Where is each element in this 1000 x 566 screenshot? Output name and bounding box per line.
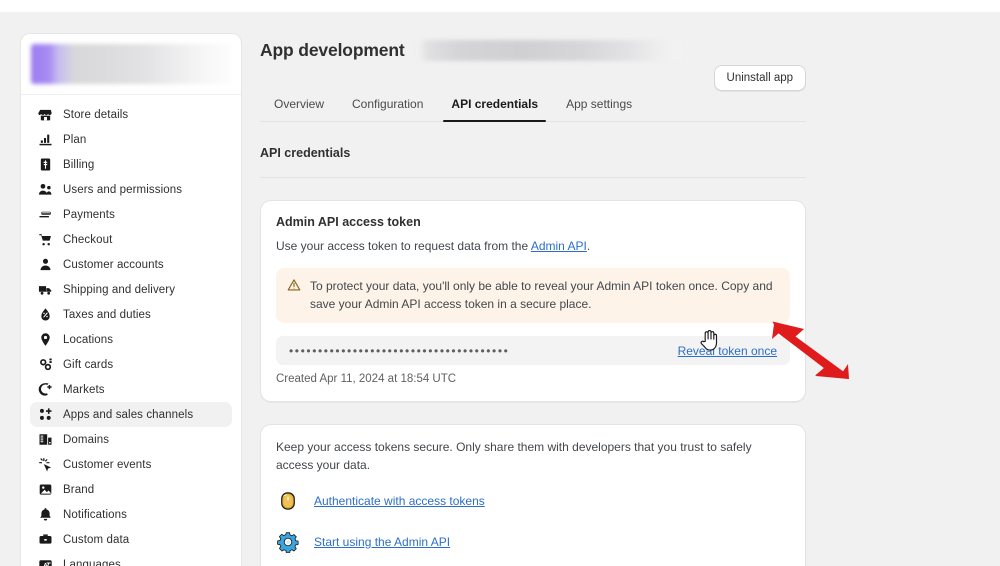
sidebar-item-languages[interactable]: A Languages xyxy=(30,552,232,566)
description-text-before: Use your access token to request data fr… xyxy=(276,239,531,253)
gold-token-icon xyxy=(276,489,300,513)
brand-image-icon xyxy=(38,482,53,497)
shipping-truck-icon xyxy=(38,282,53,297)
sidebar-item-label: Apps and sales channels xyxy=(63,408,194,421)
customer-person-icon xyxy=(38,257,53,272)
sidebar-item-customer-accounts[interactable]: Customer accounts xyxy=(30,252,232,277)
sidebar-item-markets[interactable]: Markets xyxy=(30,377,232,402)
apps-grid-icon xyxy=(38,407,53,422)
tab-overview[interactable]: Overview xyxy=(260,97,338,121)
warning-triangle-icon xyxy=(287,278,301,292)
gift-card-icon xyxy=(38,357,53,372)
card-description: Use your access token to request data fr… xyxy=(276,238,790,255)
description-text-after: . xyxy=(586,239,591,253)
sidebar-item-label: Locations xyxy=(63,333,114,346)
sidebar-item-label: Gift cards xyxy=(63,358,114,371)
markets-globe-icon xyxy=(38,382,53,397)
sidebar-item-store-details[interactable]: Store details xyxy=(30,102,232,127)
token-resources-card: Keep your access tokens secure. Only sha… xyxy=(260,424,806,566)
sidebar-item-label: Store details xyxy=(63,108,129,121)
sidebar-item-payments[interactable]: Payments xyxy=(30,202,232,227)
languages-icon: A xyxy=(38,557,53,566)
warning-text: To protect your data, you'll only be abl… xyxy=(310,279,773,312)
masked-token-value: •••••••••••••••••••••••••••••••••••••• xyxy=(289,344,510,357)
sidebar-item-label: Custom data xyxy=(63,533,130,546)
tab-api-credentials[interactable]: API credentials xyxy=(437,97,552,122)
store-header xyxy=(21,34,241,95)
resource-link-row: Start using the Admin API xyxy=(276,521,790,562)
uninstall-app-button[interactable]: Uninstall app xyxy=(713,65,806,91)
sidebar-item-label: Domains xyxy=(63,433,110,446)
sidebar-item-taxes-and-duties[interactable]: Taxes and duties xyxy=(30,302,232,327)
resource-link[interactable]: Authenticate with access tokens xyxy=(314,494,485,508)
sidebar-item-customer-events[interactable]: Customer events xyxy=(30,452,232,477)
page-header: App development xyxy=(260,33,806,67)
resource-links-list: Authenticate with access tokens Start us… xyxy=(276,480,790,566)
app-name-redacted xyxy=(417,39,680,61)
sidebar-item-gift-cards[interactable]: Gift cards xyxy=(30,352,232,377)
sidebar-item-label: Brand xyxy=(63,483,95,496)
taxes-icon xyxy=(38,307,53,322)
resource-link-row: Start using the Storefront API xyxy=(276,562,790,566)
sidebar-item-billing[interactable]: Billing xyxy=(30,152,232,177)
checkout-cart-icon xyxy=(38,232,53,247)
sidebar-item-custom-data[interactable]: Custom data xyxy=(30,527,232,552)
sidebar-item-label: Billing xyxy=(63,158,95,171)
sidebar-item-label: Taxes and duties xyxy=(63,308,151,321)
main-content: App development Uninstall app Overview Co… xyxy=(260,33,806,566)
blue-gear-icon xyxy=(276,530,300,554)
sidebar-item-users-and-permissions[interactable]: Users and permissions xyxy=(30,177,232,202)
sidebar-item-shipping-and-delivery[interactable]: Shipping and delivery xyxy=(30,277,232,302)
settings-sidebar: Store details Plan Billing Users and per… xyxy=(20,33,242,566)
reveal-token-link[interactable]: Reveal token once xyxy=(678,344,777,358)
resource-link[interactable]: Start using the Admin API xyxy=(314,535,450,549)
plan-chart-icon xyxy=(38,132,53,147)
sidebar-item-label: Notifications xyxy=(63,508,127,521)
sidebar-item-plan[interactable]: Plan xyxy=(30,127,232,152)
secure-tokens-note: Keep your access tokens secure. Only sha… xyxy=(276,440,752,472)
tab-app-settings[interactable]: App settings xyxy=(552,97,646,121)
masked-token-row: •••••••••••••••••••••••••••••••••••••• R… xyxy=(276,336,790,366)
sidebar-item-label: Checkout xyxy=(63,233,113,246)
sidebar-item-label: Shipping and delivery xyxy=(63,283,176,296)
customer-events-icon xyxy=(38,457,53,472)
payments-hand-card-icon xyxy=(38,207,53,222)
sidebar-item-apps-and-sales-channels[interactable]: Apps and sales channels xyxy=(30,402,232,427)
store-logo-redacted xyxy=(31,44,230,84)
users-permissions-icon xyxy=(38,182,53,197)
page-title: App development xyxy=(260,39,405,60)
settings-nav: Store details Plan Billing Users and per… xyxy=(21,95,241,566)
token-created-timestamp: Created Apr 11, 2024 at 18:54 UTC xyxy=(276,373,457,386)
sidebar-item-label: Languages xyxy=(63,558,121,566)
tab-configuration[interactable]: Configuration xyxy=(338,97,437,121)
token-warning-banner: To protect your data, you'll only be abl… xyxy=(276,268,790,324)
admin-api-link[interactable]: Admin API xyxy=(531,239,587,253)
sidebar-item-checkout[interactable]: Checkout xyxy=(30,227,232,252)
notifications-bell-icon xyxy=(38,507,53,522)
tab-bar: Overview Configuration API credentials App … xyxy=(260,89,806,122)
resource-link-row: Authenticate with access tokens xyxy=(276,480,790,521)
admin-api-token-card: Admin API access token Use your access t… xyxy=(260,200,806,403)
sidebar-item-brand[interactable]: Brand xyxy=(30,477,232,502)
card-title: Admin API access token xyxy=(276,215,421,229)
sidebar-item-label: Customer accounts xyxy=(63,258,164,271)
store-icon xyxy=(38,107,53,122)
sidebar-item-locations[interactable]: Locations xyxy=(30,327,232,352)
location-pin-icon xyxy=(38,332,53,347)
sidebar-item-label: Customer events xyxy=(63,458,152,471)
app-root: Store details Plan Billing Users and per… xyxy=(0,0,1000,566)
billing-receipt-icon xyxy=(38,157,53,172)
sidebar-item-label: Payments xyxy=(63,208,115,221)
domains-icon xyxy=(38,432,53,447)
section-title: API credentials xyxy=(260,146,351,160)
custom-data-icon xyxy=(38,532,53,547)
sidebar-item-label: Markets xyxy=(63,383,105,396)
sidebar-item-label: Users and permissions xyxy=(63,183,183,196)
sidebar-item-notifications[interactable]: Notifications xyxy=(30,502,232,527)
section-divider xyxy=(260,177,806,178)
sidebar-item-domains[interactable]: Domains xyxy=(30,427,232,452)
sidebar-item-label: Plan xyxy=(63,133,87,146)
